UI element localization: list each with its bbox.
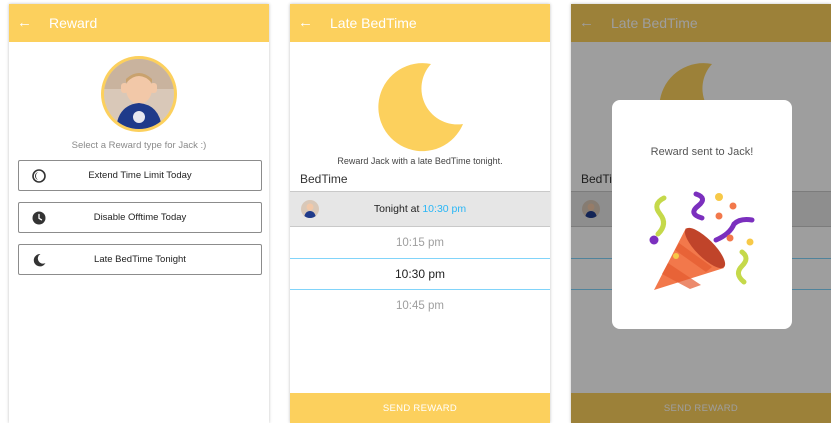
time-option[interactable]: 10:45 pm	[290, 300, 550, 312]
select-reward-label: Select a Reward type for Jack :)	[71, 140, 207, 151]
late-bedtime-button[interactable]: Late BedTime Tonight	[18, 244, 262, 275]
reward-sent-dialog: Reward sent to Jack!	[612, 100, 792, 329]
back-arrow-icon[interactable]: ←	[298, 4, 322, 42]
reward-description: Reward Jack with a late BedTime tonight.	[337, 156, 503, 166]
clock-icon	[32, 211, 46, 225]
option-label: Disable Offtime Today	[93, 212, 187, 223]
crescent-moon-icon	[378, 63, 463, 152]
disable-offtime-button[interactable]: Disable Offtime Today	[18, 202, 262, 233]
app-bar: ← Reward	[9, 4, 269, 42]
tonight-time: 10:30 pm	[422, 203, 467, 215]
extend-time-limit-button[interactable]: Extend Time Limit Today	[18, 160, 262, 191]
reward-screen: ← Reward Select a Reward type for Jack :…	[9, 4, 269, 423]
option-label: Late BedTime Tonight	[94, 254, 186, 265]
tonight-prefix: Tonight at	[373, 203, 420, 215]
picker-divider	[290, 289, 550, 290]
screen-title: Reward	[49, 15, 98, 31]
dialog-message: Reward sent to Jack!	[650, 146, 754, 158]
screen-title: Late BedTime	[330, 15, 417, 31]
back-arrow-icon[interactable]: ←	[17, 4, 41, 42]
picker-divider	[290, 258, 550, 259]
tonight-text: Tonight at 10:30 pm	[290, 203, 550, 215]
bedtime-label: BedTime	[300, 172, 348, 186]
avatar	[301, 200, 319, 218]
crescent-moon-icon	[33, 253, 46, 267]
half-moon-circle-icon	[32, 169, 46, 183]
reward-sent-screen: ← Late BedTime BedTi SEND REWARD Reward …	[571, 4, 831, 423]
time-option[interactable]: 10:15 pm	[290, 237, 550, 249]
tonight-row[interactable]: Tonight at 10:30 pm	[290, 191, 550, 227]
party-popper-icon	[649, 191, 755, 290]
child-avatar	[101, 56, 177, 132]
late-bedtime-screen: ← Late BedTime Reward Jack with a late B…	[290, 4, 550, 423]
app-bar: ← Late BedTime	[290, 4, 550, 42]
send-reward-button[interactable]: SEND REWARD	[290, 393, 550, 423]
option-label: Extend Time Limit Today	[88, 170, 192, 181]
time-option-selected[interactable]: 10:30 pm	[290, 267, 550, 281]
